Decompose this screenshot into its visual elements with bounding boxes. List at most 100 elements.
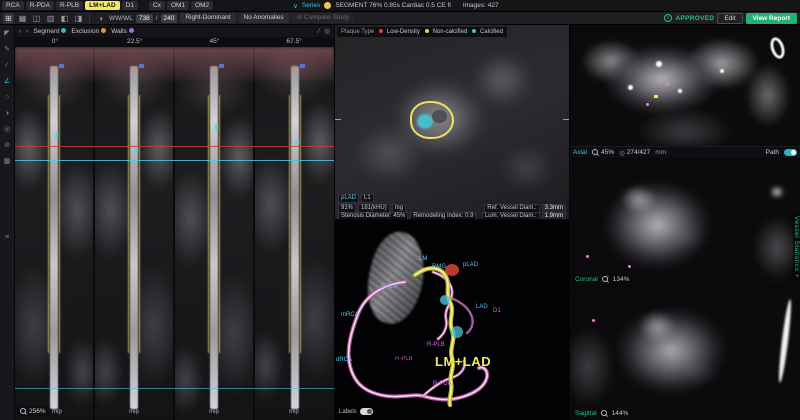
tree-label-d1[interactable]: D1 — [493, 308, 501, 314]
anomalies-button[interactable]: No Anomalies — [239, 13, 289, 23]
sagittal-view-label[interactable]: Sagittal — [575, 410, 597, 417]
tab-walls[interactable]: Walls — [111, 28, 134, 35]
distal-line-cyan[interactable] — [15, 388, 334, 389]
coronary-tree-svg — [335, 220, 569, 420]
zoom-icon — [592, 149, 599, 156]
tree-label-prca[interactable]: pRCA — [381, 284, 397, 290]
mpr-angle-row: 0° 22.5° 45° 67.5° — [15, 37, 334, 47]
series-description: SEGMENT 76% 0.85s Cardiac 0.5 CE fl — [335, 2, 450, 9]
mpr-target-icon[interactable]: ◎ — [324, 27, 330, 35]
tree-label-rpda[interactable]: R-PDA — [433, 381, 452, 387]
tree-label-drca[interactable]: dRCA — [336, 357, 352, 363]
vessel-button-cx[interactable]: Cx — [149, 1, 165, 10]
pointer-tool-icon[interactable]: ◤ — [4, 30, 9, 38]
mpr-image-area[interactable]: 256% mip mip mip mip — [15, 47, 334, 420]
vessel-selector-bar: RCA R-PDA R-PLB LM+LAD D1 Cx OM1 OM2 ∨ S… — [0, 0, 800, 12]
vessel-button-om2[interactable]: OM2 — [191, 1, 213, 10]
reference-line-red[interactable] — [15, 146, 334, 147]
zoom-icon — [20, 408, 27, 415]
tree-label-lm[interactable]: LM — [419, 256, 427, 262]
mpr-strip-22deg[interactable] — [95, 47, 173, 420]
ruler-tool-icon[interactable]: ∕ — [6, 62, 7, 70]
series-label[interactable]: Series — [302, 2, 320, 9]
zoom-icon — [601, 410, 608, 417]
layout-2x2-icon[interactable]: ▦ — [17, 13, 28, 24]
legend-calcified[interactable]: Calcified — [472, 29, 503, 35]
menu-tool-icon[interactable]: ≡ — [5, 234, 9, 242]
calcified-plaque-marker — [215, 125, 218, 130]
mpr-strip-45deg[interactable] — [175, 47, 253, 420]
cross-section-line-cyan[interactable] — [15, 160, 334, 161]
pericardium-overlay — [15, 47, 334, 81]
calcified-plaque-marker — [55, 133, 58, 138]
path-toggle-switch[interactable] — [784, 149, 797, 156]
edit-button[interactable]: Edit — [717, 13, 742, 24]
legend-low-density[interactable]: Low-Density — [379, 29, 420, 35]
plaque-legend-title: Plaque Type — [341, 29, 374, 35]
selected-vessel-label: LM+LAD — [435, 354, 491, 369]
dominance-button[interactable]: Right-Dominant — [180, 13, 235, 23]
coronary-tree-panel[interactable]: LM RMG pLAD LAD D1 pRCA mRCA dRCA R-PLB … — [335, 220, 569, 420]
ellipse-roi-tool-icon[interactable]: ○ — [5, 94, 9, 102]
wall-contour-line — [289, 95, 290, 352]
calcified-plaque-blob — [417, 114, 433, 129]
layout-split-icon[interactable]: ◫ — [31, 13, 42, 24]
series-chevron-icon[interactable]: ∨ — [293, 2, 298, 10]
vessel-button-rplb[interactable]: R-PLB — [56, 1, 83, 10]
tab-exclusion[interactable]: Exclusion — [71, 28, 106, 35]
mpr-strip-0deg[interactable] — [15, 47, 93, 420]
plaque-cross-section-panel[interactable]: Plaque Type Low-Density Non-calcified Ca… — [335, 25, 569, 219]
layout-rows-icon[interactable]: ▥ — [45, 13, 56, 24]
axial-view-label[interactable]: Axial — [573, 149, 587, 156]
wall-contour-line — [128, 95, 129, 352]
tree-label-mrca[interactable]: mRCA — [341, 312, 359, 318]
layout-grid-icon[interactable]: ⊞ — [3, 13, 14, 24]
annotate-tool-icon[interactable]: ✎ — [4, 46, 10, 54]
sagittal-view-panel[interactable]: Sagittal 144% — [570, 287, 800, 420]
axial-view-panel[interactable]: Axial 45% ◎ 274/427 mm Path — [570, 25, 800, 158]
tree-label-lad[interactable]: LAD — [476, 304, 488, 310]
vessel-wall-contour[interactable] — [410, 101, 454, 139]
calcified-plaque-marker — [296, 140, 299, 145]
labels-toggle[interactable]: Labels — [339, 408, 373, 415]
vessel-tag[interactable]: pLAD — [338, 194, 359, 203]
images-count: Images: 427 — [463, 2, 499, 9]
coronal-view-label[interactable]: Coronal — [575, 276, 598, 283]
vessel-lumen-strip — [130, 66, 138, 409]
series-info-cluster: ∨ Series SEGMENT 76% 0.85s Cardiac 0.5 C… — [293, 2, 498, 10]
labels-toggle-switch[interactable] — [360, 408, 373, 415]
window-tool-icon[interactable]: ◑ — [5, 110, 9, 118]
tree-label-rplb-2[interactable]: R-PLB — [395, 356, 413, 362]
window-width-field[interactable]: 738 — [136, 14, 153, 23]
target-tool-icon[interactable]: ◎ — [4, 126, 10, 134]
angle-tool-icon[interactable]: ∠ — [4, 78, 10, 86]
wall-contour-line — [300, 95, 301, 352]
window-level-field[interactable]: 240 — [161, 14, 178, 23]
path-toggle-label: Path — [766, 149, 779, 156]
mpr-prev-icon[interactable]: ‹ — [19, 28, 21, 35]
grid-tool-icon[interactable]: ▦ — [4, 158, 11, 166]
layout-left-icon[interactable]: ◧ — [59, 13, 70, 24]
layout-right-icon[interactable]: ◨ — [73, 13, 84, 24]
mpr-next-icon[interactable]: › — [26, 28, 28, 35]
axial-zoom: 45% — [592, 149, 614, 156]
vessel-button-d1[interactable]: D1 — [122, 1, 138, 10]
vessel-button-rca[interactable]: RCA — [2, 1, 24, 10]
lesion-tag[interactable]: L1 — [361, 194, 374, 203]
vessel-statistics-tab[interactable]: Vessel Statistics + — [793, 213, 800, 281]
tree-label-rmg[interactable]: RMG — [432, 264, 446, 270]
mpr-strip-67deg[interactable] — [255, 47, 334, 420]
tree-label-plad[interactable]: pLAD — [463, 262, 478, 268]
exclude-tool-icon[interactable]: ⊘ — [4, 142, 10, 150]
mpr-edit-icon[interactable]: ∕ — [318, 28, 319, 35]
coronal-view-panel[interactable]: Coronal 134% — [570, 159, 800, 286]
contrast-icon[interactable]: ◑ — [95, 13, 106, 24]
legend-non-calcified[interactable]: Non-calcified — [425, 29, 467, 35]
tab-segment[interactable]: Segment — [33, 28, 66, 35]
compare-study-button[interactable]: ⊘ Compare Study — [292, 13, 354, 23]
vessel-button-om1[interactable]: OM1 — [167, 1, 189, 10]
view-report-button[interactable]: View Report — [746, 13, 797, 24]
vessel-button-rpda[interactable]: R-PDA — [26, 1, 54, 10]
tree-label-rplb[interactable]: R-PLB — [427, 342, 445, 348]
vessel-button-lmlad-selected[interactable]: LM+LAD — [85, 1, 120, 10]
